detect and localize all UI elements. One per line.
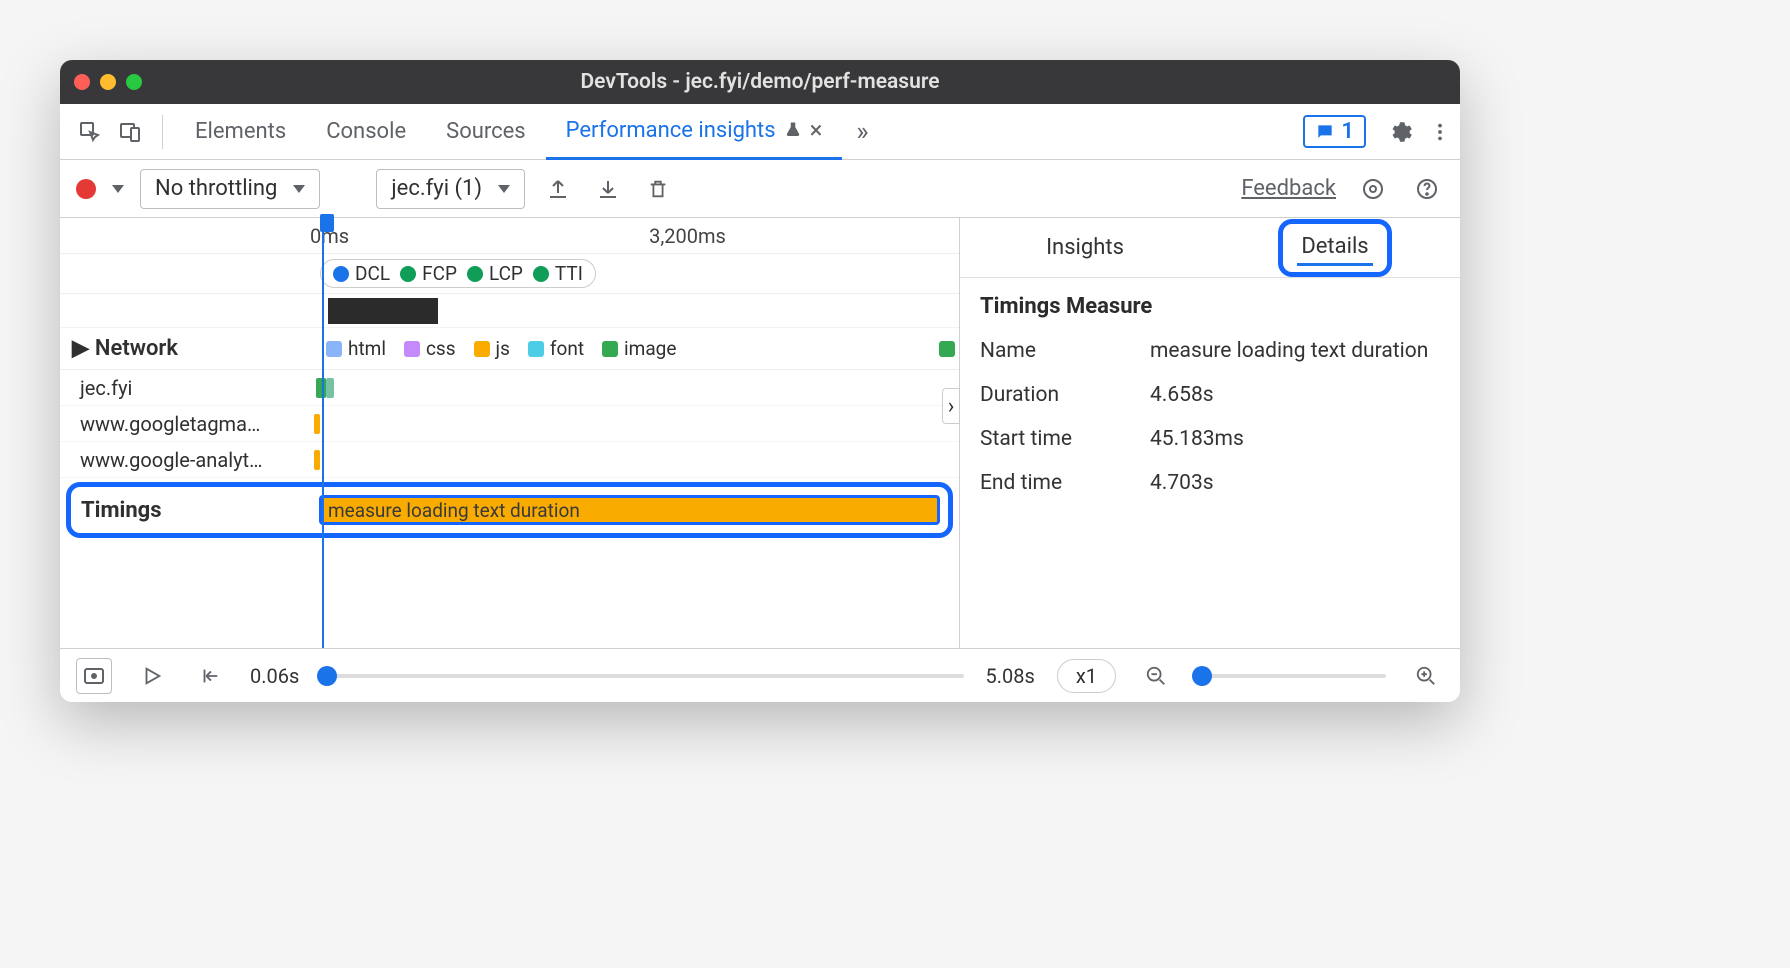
preview-toggle-icon[interactable] — [76, 658, 112, 694]
overview-bar-row — [60, 294, 959, 328]
chevron-down-icon — [293, 185, 305, 193]
panel-settings-icon[interactable] — [1356, 172, 1390, 206]
dot-icon — [333, 266, 349, 282]
details-heading: Timings Measure — [960, 278, 1460, 329]
settings-gear-icon[interactable] — [1380, 112, 1420, 152]
network-row[interactable]: www.google-analyt… — [60, 442, 959, 478]
time-ruler[interactable]: 0ms 3,200ms — [60, 218, 959, 254]
record-button[interactable] — [76, 179, 96, 199]
tab-elements[interactable]: Elements — [175, 104, 306, 160]
legend-html: html — [326, 337, 386, 360]
kebab-menu-icon[interactable] — [1420, 112, 1460, 152]
overview-bar[interactable] — [328, 298, 438, 324]
start-time: 0.06s — [250, 664, 299, 688]
metrics-pill[interactable]: DCL FCP LCP TTI — [320, 259, 596, 288]
recording-select[interactable]: jec.fyi (1) — [376, 169, 525, 209]
chevron-down-icon — [498, 185, 510, 193]
inspect-element-icon[interactable] — [70, 112, 110, 152]
end-time: 5.08s — [986, 664, 1035, 688]
timings-label: Timings — [71, 498, 311, 523]
legend-font: font — [528, 337, 584, 360]
ruler-tick: 3,200ms — [649, 224, 726, 248]
tab-details[interactable]: Details — [1210, 218, 1460, 277]
tab-console[interactable]: Console — [306, 104, 426, 160]
detail-row-end: End time4.703s — [960, 461, 1460, 505]
zoom-out-icon[interactable] — [1138, 658, 1174, 694]
play-icon[interactable] — [134, 658, 170, 694]
detail-row-start: Start time45.183ms — [960, 417, 1460, 461]
delete-icon[interactable] — [641, 172, 675, 206]
legend-overflow — [939, 341, 955, 357]
network-host: jec.fyi — [60, 376, 310, 400]
main-content: 0ms 3,200ms DCL FCP LCP TTI ▶ Network — [60, 218, 1460, 648]
upload-icon[interactable] — [541, 172, 575, 206]
tab-performance-insights[interactable]: Performance insights × — [546, 104, 843, 160]
playhead-handle[interactable] — [320, 214, 334, 232]
titlebar: DevTools - jec.fyi/demo/perf-measure — [60, 60, 1460, 104]
footer-controls: 0.06s 5.08s x1 — [60, 648, 1460, 702]
detail-row-name: Namemeasure loading text duration — [960, 329, 1460, 373]
rewind-icon[interactable] — [192, 658, 228, 694]
devtools-window: DevTools - jec.fyi/demo/perf-measure Ele… — [60, 60, 1460, 702]
dot-icon — [467, 266, 483, 282]
marker-lcp[interactable]: LCP — [467, 262, 523, 285]
download-icon[interactable] — [591, 172, 625, 206]
marker-dcl[interactable]: DCL — [333, 262, 390, 285]
tab-sources[interactable]: Sources — [426, 104, 546, 160]
timing-measure-bar[interactable]: measure loading text duration — [319, 495, 940, 525]
dot-icon — [533, 266, 549, 282]
timeline-pane: 0ms 3,200ms DCL FCP LCP TTI ▶ Network — [60, 218, 960, 648]
detail-row-duration: Duration4.658s — [960, 373, 1460, 417]
window-title: DevTools - jec.fyi/demo/perf-measure — [60, 70, 1460, 94]
details-tabs: Insights Details — [960, 218, 1460, 278]
slider-thumb[interactable] — [1192, 666, 1212, 686]
zoom-level[interactable]: x1 — [1057, 659, 1116, 693]
network-row[interactable]: www.googletagma… — [60, 406, 959, 442]
network-legend: html css js font image — [310, 337, 959, 360]
markers-row: DCL FCP LCP TTI — [60, 254, 959, 294]
zoom-slider[interactable] — [1196, 674, 1386, 678]
timings-section: Timings measure loading text duration — [66, 482, 953, 538]
pane-expand-handle[interactable]: › — [942, 388, 960, 424]
caret-right-icon: ▶ — [72, 336, 89, 361]
messages-badge[interactable]: 1 — [1303, 115, 1366, 148]
time-slider[interactable] — [321, 674, 963, 678]
throttling-select[interactable]: No throttling — [140, 169, 320, 209]
zoom-in-icon[interactable] — [1408, 658, 1444, 694]
details-pane: Insights Details Timings Measure Namemea… — [960, 218, 1460, 648]
network-toggle[interactable]: ▶ Network — [60, 336, 310, 361]
toolbar: No throttling jec.fyi (1) Feedback — [60, 160, 1460, 218]
devtools-tabbar: Elements Console Sources Performance ins… — [60, 104, 1460, 160]
tab-insights[interactable]: Insights — [960, 218, 1210, 277]
flask-icon — [784, 121, 802, 139]
dot-icon — [400, 266, 416, 282]
network-host: www.googletagma… — [60, 412, 310, 436]
device-toggle-icon[interactable] — [110, 112, 150, 152]
legend-js: js — [474, 337, 510, 360]
network-row[interactable]: jec.fyi — [60, 370, 959, 406]
legend-image: image — [602, 337, 676, 360]
help-icon[interactable] — [1410, 172, 1444, 206]
marker-fcp[interactable]: FCP — [400, 262, 457, 285]
legend-css: css — [404, 337, 456, 360]
close-tab-icon[interactable]: × — [810, 118, 823, 142]
record-options-caret[interactable] — [112, 185, 124, 193]
more-tabs-icon[interactable]: » — [842, 112, 882, 152]
network-section-header: ▶ Network html css js font image — [60, 328, 959, 370]
slider-thumb[interactable] — [317, 666, 337, 686]
divider — [162, 115, 163, 149]
marker-tti[interactable]: TTI — [533, 262, 583, 285]
network-host: www.google-analyt… — [60, 448, 310, 472]
feedback-link[interactable]: Feedback — [1241, 176, 1336, 201]
